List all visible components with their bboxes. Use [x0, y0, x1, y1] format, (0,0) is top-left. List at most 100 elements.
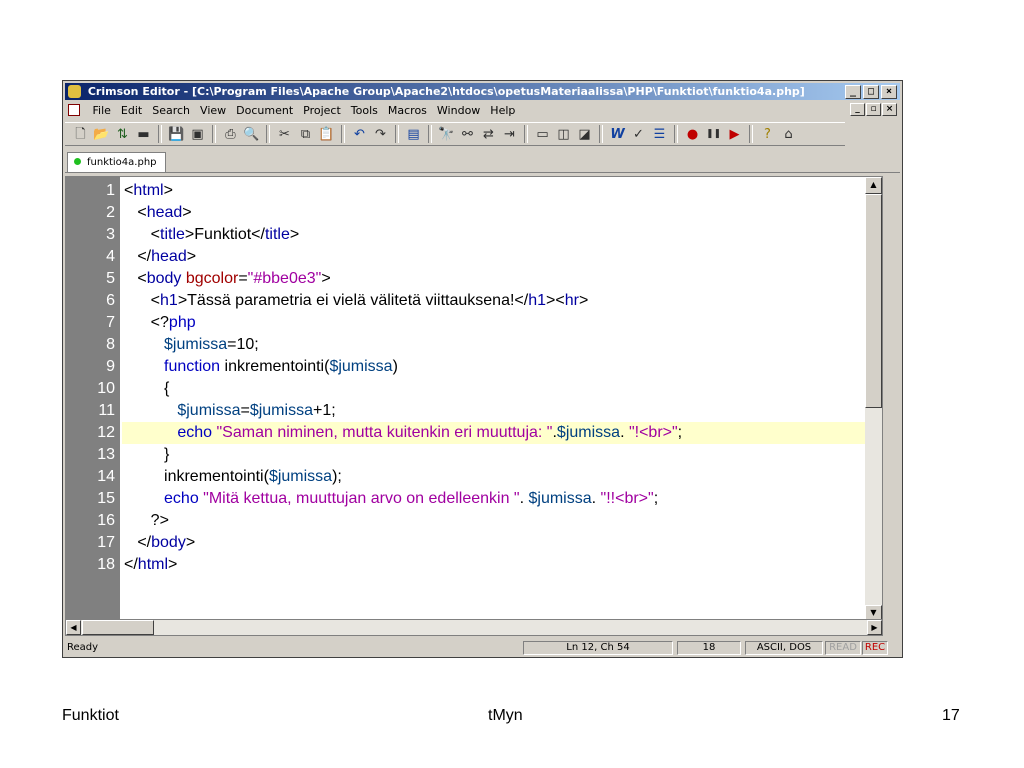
find-next-icon[interactable]: ⚯ — [458, 125, 477, 144]
code-line[interactable]: 12 echo "Saman niminen, mutta kuitenkin … — [66, 422, 882, 444]
code-line[interactable]: 8 $jumissa=10; — [66, 334, 882, 356]
code-line[interactable]: 17 </body> — [66, 532, 882, 554]
document-icon[interactable] — [68, 104, 80, 116]
menu-file[interactable]: File — [88, 102, 116, 119]
maximize-button[interactable]: □ — [863, 85, 879, 99]
code-text[interactable]: } — [122, 444, 865, 466]
code-line[interactable]: 10 { — [66, 378, 882, 400]
code-text[interactable]: $jumissa=$jumissa+1; — [122, 400, 865, 422]
code-line[interactable]: 5 <body bgcolor="#bbe0e3"> — [66, 268, 882, 290]
code-line[interactable]: 4 </head> — [66, 246, 882, 268]
pause-macro-icon[interactable]: ❚❚ — [704, 125, 723, 144]
code-text[interactable]: function inkrementointi($jumissa) — [122, 356, 865, 378]
find-icon[interactable]: 🔭 — [437, 125, 456, 144]
code-text[interactable]: <body bgcolor="#bbe0e3"> — [122, 268, 865, 290]
code-line[interactable]: 7 <?php — [66, 312, 882, 334]
redo-icon[interactable]: ↷ — [371, 125, 390, 144]
open-folder-icon[interactable]: ▬ — [134, 125, 153, 144]
code-text[interactable]: { — [122, 378, 865, 400]
directory-icon[interactable]: ◪ — [575, 125, 594, 144]
print-preview-icon[interactable]: 🔍 — [242, 125, 261, 144]
code-text[interactable]: echo "Saman niminen, mutta kuitenkin eri… — [122, 422, 865, 444]
code-line[interactable]: 9 function inkrementointi($jumissa) — [66, 356, 882, 378]
vertical-scroll-thumb[interactable] — [865, 194, 882, 408]
code-text[interactable]: inkrementointi($jumissa); — [122, 466, 865, 488]
close-button[interactable]: × — [881, 85, 897, 99]
line-numbers-icon[interactable]: ☰ — [650, 125, 669, 144]
code-text[interactable]: $jumissa=10; — [122, 334, 865, 356]
code-token: > — [321, 270, 331, 287]
home-icon[interactable]: ⌂ — [779, 125, 798, 144]
code-line[interactable]: 11 $jumissa=$jumissa+1; — [66, 400, 882, 422]
code-line[interactable]: 15 echo "Mitä kettua, muuttujan arvo on … — [66, 488, 882, 510]
horizontal-scroll-thumb[interactable] — [82, 620, 154, 635]
word-wrap-icon[interactable]: W — [608, 125, 627, 144]
code-line[interactable]: 2 <head> — [66, 202, 882, 224]
save-icon[interactable]: 💾 — [167, 125, 186, 144]
code-text[interactable]: echo "Mitä kettua, muuttujan arvo on ede… — [122, 488, 865, 510]
code-token: html — [137, 556, 169, 573]
save-all-icon[interactable]: ▣ — [188, 125, 207, 144]
tab-funktio4a[interactable]: funktio4a.php — [67, 152, 166, 172]
code-text[interactable]: <head> — [122, 202, 865, 224]
cut-icon[interactable]: ✂ — [275, 125, 294, 144]
scroll-left-button[interactable]: ◀ — [66, 620, 81, 635]
code-line[interactable]: 13 } — [66, 444, 882, 466]
code-line[interactable]: 14 inkrementointi($jumissa); — [66, 466, 882, 488]
open-remote-icon[interactable]: ⇅ — [113, 125, 132, 144]
code-line[interactable]: 1 <html> — [66, 180, 882, 202]
record-macro-icon[interactable]: ● — [683, 125, 702, 144]
code-token: > — [578, 292, 589, 309]
window-icon[interactable]: ▭ — [533, 125, 552, 144]
code-text[interactable]: </body> — [122, 532, 865, 554]
code-line[interactable]: 16 ?> — [66, 510, 882, 532]
line-number: 14 — [97, 468, 115, 485]
replace-icon[interactable]: ⇄ — [479, 125, 498, 144]
new-file-icon[interactable]: 🗋 — [71, 125, 90, 144]
status-bar: Ready Ln 12, Ch 54 18 ASCII, DOS READ RE… — [65, 640, 900, 656]
copy-icon[interactable]: ⧉ — [296, 125, 315, 144]
column-mode-icon[interactable]: ▤ — [404, 125, 423, 144]
menu-project[interactable]: Project — [298, 102, 346, 119]
play-macro-icon[interactable]: ▶ — [725, 125, 744, 144]
code-text[interactable]: <h1>Tässä parametria ei vielä välitetä v… — [122, 290, 865, 312]
horizontal-scrollbar[interactable]: ◀ ▶ — [65, 619, 883, 636]
code-editor[interactable]: 1 <html> 2 <head> 3 <title>Funktiot</title>… — [65, 176, 883, 623]
goto-icon[interactable]: ⇥ — [500, 125, 519, 144]
menu-macros[interactable]: Macros — [383, 102, 432, 119]
vertical-scrollbar[interactable]: ▲ ▼ — [865, 177, 882, 622]
window-tile-icon[interactable]: ◫ — [554, 125, 573, 144]
menu-help[interactable]: Help — [485, 102, 520, 119]
scroll-up-button[interactable]: ▲ — [865, 177, 882, 194]
toolbar-separator — [674, 125, 678, 143]
minimize-button[interactable]: _ — [845, 85, 861, 99]
menu-window[interactable]: Window — [432, 102, 485, 119]
menu-tools[interactable]: Tools — [346, 102, 383, 119]
menu-edit[interactable]: Edit — [116, 102, 147, 119]
code-text[interactable]: </head> — [122, 246, 865, 268]
doc-close-button[interactable]: × — [882, 103, 897, 116]
menu-view[interactable]: View — [195, 102, 231, 119]
doc-restore-button[interactable]: ▫ — [866, 103, 881, 116]
title-bar[interactable]: Crimson Editor - [C:\Program Files\Apach… — [65, 83, 900, 100]
open-file-icon[interactable]: 📂 — [92, 125, 111, 144]
help-icon[interactable]: ? — [758, 125, 777, 144]
print-icon[interactable]: ⎙ — [221, 125, 240, 144]
code-text[interactable]: <title>Funktiot</title> — [122, 224, 865, 246]
spell-check-icon[interactable]: ✓ — [629, 125, 648, 144]
undo-icon[interactable]: ↶ — [350, 125, 369, 144]
code-text[interactable]: <html> — [122, 180, 865, 202]
scroll-right-button[interactable]: ▶ — [867, 620, 882, 635]
code-text[interactable]: <?php — [122, 312, 865, 334]
code-text[interactable]: ?> — [122, 510, 865, 532]
code-text[interactable]: </html> — [122, 554, 865, 576]
code-line[interactable]: 18 </html> — [66, 554, 882, 576]
code-line[interactable]: 3 <title>Funktiot</title> — [66, 224, 882, 246]
menu-search[interactable]: Search — [147, 102, 195, 119]
toolbar: 🗋 📂 ⇅ ▬ 💾 ▣ ⎙ 🔍 ✂ ⧉ 📋 ↶ ↷ ▤ 🔭 ⚯ ⇄ ⇥ ▭ ◫ … — [65, 122, 845, 146]
doc-minimize-button[interactable]: _ — [850, 103, 865, 116]
menu-document[interactable]: Document — [231, 102, 298, 119]
paste-icon[interactable]: 📋 — [317, 125, 336, 144]
code-line[interactable]: 6 <h1>Tässä parametria ei vielä välitetä… — [66, 290, 882, 312]
